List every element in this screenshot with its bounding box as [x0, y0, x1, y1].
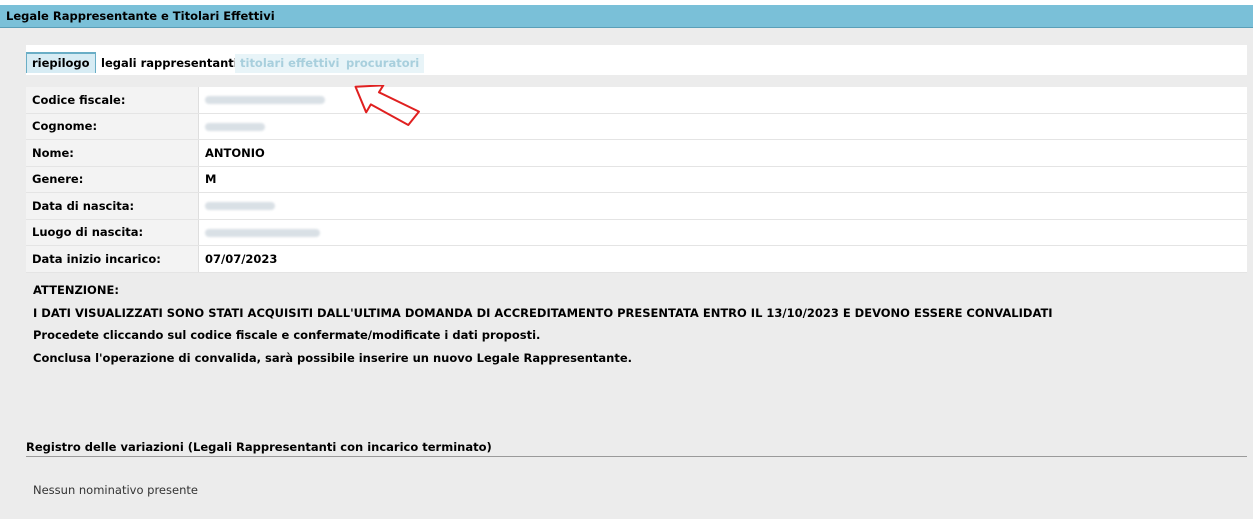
table-row: Genere: M	[26, 166, 1247, 193]
table-row: Data inizio incarico: 07/07/2023	[26, 245, 1247, 273]
genere-value: M	[198, 166, 1247, 193]
tab-riepilogo[interactable]: riepilogo	[26, 52, 96, 73]
nome-value: ANTONIO	[198, 139, 1247, 167]
register-title: Registro delle variazioni (Legali Rappre…	[26, 440, 492, 454]
redacted-value[interactable]	[205, 96, 325, 105]
row-label: Nome:	[26, 139, 199, 167]
register-divider	[26, 456, 1247, 457]
table-row: Cognome:	[26, 113, 1247, 140]
row-label: Data di nascita:	[26, 192, 199, 220]
redacted-value	[205, 228, 320, 237]
row-label: Cognome:	[26, 113, 199, 140]
table-row: Codice fiscale:	[26, 87, 1247, 114]
notice-line: Procedete cliccando sul codice fiscale e…	[33, 328, 541, 342]
redacted-value	[205, 202, 275, 211]
annotation-arrow-icon	[354, 85, 420, 126]
notice-heading: ATTENZIONE:	[33, 283, 119, 297]
row-label: Genere:	[26, 166, 199, 193]
panel-header: Legale Rappresentante e Titolari Effetti…	[0, 5, 1253, 28]
panel-title: Legale Rappresentante e Titolari Effetti…	[6, 9, 275, 23]
tab-bar: riepilogo legali rappresentanti titolari…	[26, 49, 1247, 75]
table-row: Nome: ANTONIO	[26, 139, 1247, 167]
row-label: Luogo di nascita:	[26, 219, 199, 246]
redacted-value	[205, 122, 265, 131]
tab-legali-rappresentanti[interactable]: legali rappresentanti	[96, 54, 243, 73]
luogo-nascita-value	[198, 219, 1247, 246]
attention-notice: ATTENZIONE: I DATI VISUALIZZATI SONO STA…	[33, 279, 1053, 369]
table-row: Luogo di nascita:	[26, 219, 1247, 246]
row-label: Codice fiscale:	[26, 87, 199, 114]
row-label: Data inizio incarico:	[26, 245, 199, 273]
tab-titolari-effettivi: titolari effettivi	[235, 54, 345, 73]
summary-table: Codice fiscale: Cognome: Nome: ANTONIO G…	[26, 87, 1247, 273]
table-row: Data di nascita:	[26, 192, 1247, 220]
notice-line: I DATI VISUALIZZATI SONO STATI ACQUISITI…	[33, 305, 1053, 320]
data-inizio-incarico-value: 07/07/2023	[198, 245, 1247, 273]
data-nascita-value	[198, 192, 1247, 220]
tab-procuratori: procuratori	[341, 54, 425, 73]
register-empty-text: Nessun nominativo presente	[33, 483, 198, 497]
notice-line: Conclusa l'operazione di convalida, sarà…	[33, 350, 633, 365]
